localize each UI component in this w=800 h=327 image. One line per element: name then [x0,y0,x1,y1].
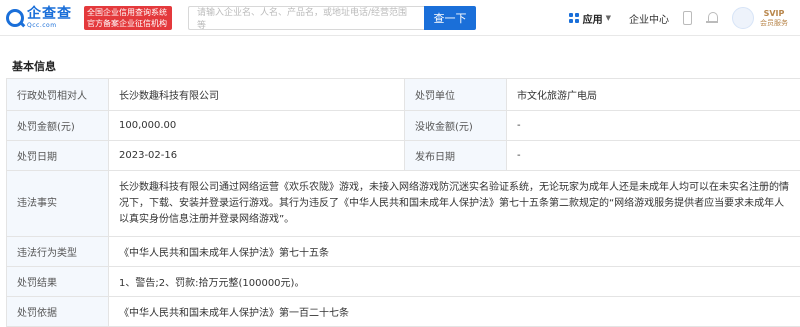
unit-label: 处罚单位 [405,79,507,111]
search-button[interactable]: 查一下 [424,6,476,30]
result-label: 处罚结果 [7,267,109,297]
table-row: 违法事实 长沙数趣科技有限公司通过网络运营《欢乐农陇》游戏，未接入网络游戏防沉迷… [7,171,800,237]
amount-value: 100,000.00 [109,111,405,141]
publish-value: - [507,141,800,171]
basis-value: 《中华人民共和国未成年人保护法》第一百二十七条 [109,297,800,327]
member-service-label: 会员服务 [760,19,788,27]
confiscation-label: 没收金额(元) [405,111,507,141]
party-label: 行政处罚相对人 [7,79,109,111]
facts-value: 长沙数趣科技有限公司通过网络运营《欢乐农陇》游戏，未接入网络游戏防沉迷实名验证系… [109,171,800,237]
logo-name: 企查查 [27,7,72,21]
amount-label: 处罚金额(元) [7,111,109,141]
search-input[interactable]: 请输入企业名、人名、产品名，或地址电话/经营范围等 [188,6,424,30]
facts-label: 违法事实 [7,171,109,237]
logo-domain: Qcc.com [27,23,72,29]
table-row: 行政处罚相对人 长沙数趣科技有限公司 处罚单位 市文化旅游广电局 [7,79,800,111]
date-label: 处罚日期 [7,141,109,171]
svip-member-link[interactable]: SVIP 会员服务 [760,9,788,26]
chevron-down-icon: ▼ [606,14,611,22]
table-row: 处罚结果 1、警告;2、罚款:拾万元整(100000元)。 [7,267,800,297]
confiscation-value: - [507,111,800,141]
publish-label: 发布日期 [405,141,507,171]
unit-value: 市文化旅游广电局 [507,79,800,111]
header-nav: 应用 ▼ 企业中心 SVIP 会员服务 [569,0,788,36]
violation-type-value: 《中华人民共和国未成年人保护法》第七十五条 [109,237,800,267]
date-value: 2023-02-16 [109,141,405,171]
qcc-logo[interactable]: 企查查 Qcc.com [6,7,84,29]
result-value: 1、警告;2、罚款:拾万元整(100000元)。 [109,267,800,297]
logo-search-icon [6,9,24,27]
top-header: 企查查 Qcc.com 全国企业信用查询系统 官方备案企业征信机构 请输入企业名… [0,0,800,36]
apps-menu[interactable]: 应用 ▼ [569,11,611,26]
violation-type-label: 违法行为类型 [7,237,109,267]
avatar[interactable] [732,7,754,29]
penalty-detail-table: 行政处罚相对人 长沙数趣科技有限公司 处罚单位 市文化旅游广电局 处罚金额(元)… [6,78,800,327]
table-row: 处罚日期 2023-02-16 发布日期 - [7,141,800,171]
apps-label: 应用 [583,11,603,26]
bell-icon[interactable] [706,12,718,24]
basis-label: 处罚依据 [7,297,109,327]
enterprise-center-link[interactable]: 企业中心 [629,11,669,26]
table-row: 处罚依据 《中华人民共和国未成年人保护法》第一百二十七条 [7,297,800,327]
table-row: 处罚金额(元) 100,000.00 没收金额(元) - [7,111,800,141]
grid-icon [569,13,579,23]
svip-label: SVIP [764,9,785,18]
table-row: 违法行为类型 《中华人民共和国未成年人保护法》第七十五条 [7,237,800,267]
certification-badge: 全国企业信用查询系统 官方备案企业征信机构 [84,6,172,30]
mobile-icon[interactable] [683,11,692,25]
party-link[interactable]: 长沙数趣科技有限公司 [109,79,405,111]
